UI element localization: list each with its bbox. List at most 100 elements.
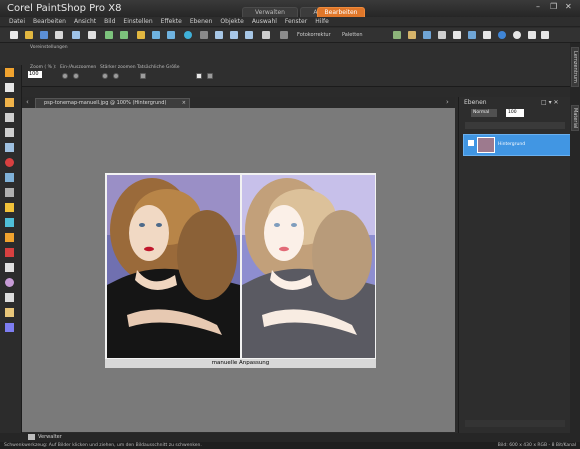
zoom-less-button[interactable] [113,73,119,79]
nav-left-icon[interactable]: ‹ [26,98,29,106]
picture-tube-icon[interactable] [5,323,14,332]
layer-tools-strip [465,122,565,129]
menu-ebenen[interactable]: Ebenen [190,17,213,26]
globe-icon[interactable] [498,31,506,39]
straighten-tool-icon[interactable] [5,143,14,152]
makeover-tool-icon[interactable] [5,173,14,182]
print-preview-icon[interactable] [88,31,96,39]
menu-bar: Datei Bearbeiten Ansicht Bild Einstellen… [0,17,580,27]
star-icon[interactable] [528,31,536,39]
toolbox [0,65,22,433]
zoom-fit-icon[interactable] [215,31,223,39]
zoom-in-button[interactable] [62,73,68,79]
panel-menu-icon[interactable]: □ ▾ ✕ [541,99,559,106]
fit-button[interactable] [196,73,202,79]
nav-right-icon[interactable]: › [446,98,449,106]
selection-tool-icon[interactable] [5,98,14,107]
opacity-input[interactable]: 100 [506,109,524,117]
actual-size-button[interactable] [140,73,146,79]
tab-material[interactable]: Material [571,105,579,131]
zoom-more-button[interactable] [102,73,108,79]
paint-brush-icon[interactable] [5,203,14,212]
text-tool-icon[interactable] [5,263,14,272]
text-icon[interactable] [483,31,491,39]
menu-hilfe[interactable]: Hilfe [315,17,329,26]
retouch-tool-icon[interactable] [5,218,14,227]
open-folder-icon[interactable] [25,31,33,39]
verwalter-tab[interactable]: Verwalter [38,434,62,440]
crop-tool-icon[interactable] [5,128,14,137]
image-frame[interactable]: manuelle Anpassung [105,173,376,368]
menu-datei[interactable]: Datei [9,17,25,26]
pen-tool-icon[interactable] [5,293,14,302]
menu-einstellen[interactable]: Einstellen [123,17,152,26]
blend-mode-select[interactable]: Normal [471,109,497,117]
grid-icon[interactable] [200,31,208,39]
image-info: Bild: 600 x 430 x RGB - 8 Bit/Kanal [497,443,576,448]
minimize-icon[interactable]: – [536,2,540,11]
staerker-zoomen-label: Stärker zoomen [100,65,136,70]
undo-icon[interactable] [105,31,113,39]
save-icon[interactable] [40,31,48,39]
shape-tool-icon[interactable] [5,278,14,287]
close-icon[interactable]: ✕ [565,2,572,11]
paletten-button[interactable]: Paletten [342,32,363,38]
fill-tool-icon[interactable] [5,233,14,242]
zoom-out-icon[interactable] [245,31,253,39]
zoom-in-icon[interactable] [230,31,238,39]
side-tab-strip: Lernzentrum Material [570,43,580,433]
zoom-input[interactable]: 100 [28,71,42,78]
menu-auswahl[interactable]: Auswahl [252,17,277,26]
picture-icon[interactable] [468,31,476,39]
dropper-tool-icon[interactable] [5,113,14,122]
zoom-label: Zoom ( % ): [30,65,57,70]
layers-icon[interactable] [280,31,288,39]
menu-bild[interactable]: Bild [104,17,115,26]
layer-bottom-tools [465,420,565,427]
zoom-out-button[interactable] [73,73,79,79]
menu-ansicht[interactable]: Ansicht [74,17,96,26]
rotate-left-icon[interactable] [152,31,160,39]
document-tab[interactable]: psp-tonemap-manuell.jpg @ 100% (Hintergr… [35,98,190,108]
document-icon[interactable] [453,31,461,39]
new-file-icon[interactable] [10,31,18,39]
menu-effekte[interactable]: Effekte [161,17,182,26]
fill-button[interactable] [207,73,213,79]
tab-lernzentrum[interactable]: Lernzentrum [571,47,579,87]
portrait-original [107,175,240,358]
restore-icon[interactable]: ❐ [550,2,557,11]
print-icon[interactable] [55,31,63,39]
pan-tool-icon[interactable] [5,68,14,77]
frame-icon[interactable] [438,31,446,39]
tab-bearbeiten[interactable]: Bearbeiten [317,7,365,17]
copy-icon[interactable] [137,31,145,39]
warp-tool-icon[interactable] [5,308,14,317]
redo-icon[interactable] [120,31,128,39]
window-icon[interactable] [262,31,270,39]
rotate-right-icon[interactable] [167,31,175,39]
menu-bearbeiten[interactable]: Bearbeiten [33,17,66,26]
canvas-area[interactable]: manuelle Anpassung [22,108,455,432]
standard-toolbar: Fotokorrektur Paletten [0,28,580,43]
red-eye-tool-icon[interactable] [5,158,14,167]
tab-verwalten[interactable]: Verwalten [242,7,298,17]
settings-icon[interactable] [541,31,549,39]
landscape-icon[interactable] [423,31,431,39]
menu-objekte[interactable]: Objekte [220,17,243,26]
adjust-icon[interactable] [393,31,401,39]
layer-row-hintergrund[interactable]: Hintergrund [463,134,571,156]
pick-tool-icon[interactable] [5,83,14,92]
tab-close-icon[interactable]: × [182,99,186,108]
web-icon[interactable] [513,31,521,39]
menu-fenster[interactable]: Fenster [285,17,307,26]
organizer-bar: Verwalter [0,433,580,442]
layer-visibility-icon[interactable] [468,140,474,146]
photo-icon[interactable] [408,31,416,39]
clone-tool-icon[interactable] [5,188,14,197]
title-bar: Corel PaintShop Pro X8 Verwalten Anpasse… [0,0,580,17]
circle-tool-icon[interactable] [184,31,192,39]
organizer-icon[interactable] [28,434,35,440]
fotokorrektur-button[interactable]: Fotokorrektur [297,32,331,38]
eraser-tool-icon[interactable] [5,248,14,257]
share-icon[interactable] [72,31,80,39]
